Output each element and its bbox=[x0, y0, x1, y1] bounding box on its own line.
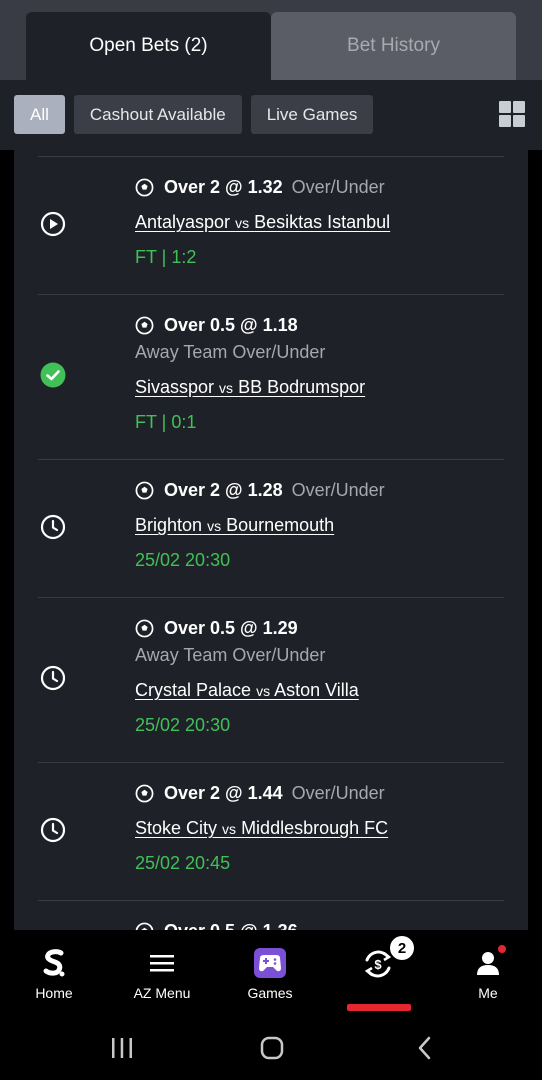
match-link[interactable]: Crystal Palace vs Aston Villa bbox=[135, 680, 359, 701]
bet-item[interactable]: Over 2 @ 1.28 Over/Under Brighton vs Bou… bbox=[38, 460, 504, 598]
match-link[interactable]: Sivasspor vs BB Bodrumspor bbox=[135, 377, 365, 398]
match-link[interactable]: Brighton vs Bournemouth bbox=[135, 515, 385, 536]
soccer-ball-icon bbox=[135, 316, 154, 334]
filter-cashout-button[interactable]: Cashout Available bbox=[73, 95, 242, 134]
bet-market: Over/Under bbox=[291, 782, 385, 803]
system-nav-bar bbox=[0, 1020, 542, 1080]
clock-icon bbox=[40, 514, 66, 540]
open-bets-list[interactable]: Over 2 @ 1.32 Over/Under Antalyaspor vs … bbox=[14, 150, 528, 930]
soccer-ball-icon bbox=[135, 922, 154, 930]
soccer-ball-icon bbox=[135, 784, 154, 802]
check-circle-icon bbox=[40, 362, 66, 388]
bet-market: Away Team Over/Under bbox=[135, 645, 326, 665]
bet-item[interactable]: Over 0.5 @ 1.18 Away Team Over/Under Siv… bbox=[38, 295, 504, 460]
my-bets-count-badge: 2 bbox=[390, 936, 414, 960]
tab-bet-history[interactable]: Bet History bbox=[271, 12, 516, 80]
match-link[interactable]: Antalyaspor vs Besiktas Istanbul bbox=[135, 212, 390, 233]
tab-open-bets[interactable]: Open Bets (2) bbox=[26, 12, 271, 80]
soccer-ball-icon bbox=[135, 481, 154, 499]
bet-result: 25/02 20:45 bbox=[135, 853, 231, 873]
bet-item[interactable]: Over 2 @ 1.44 Over/Under Stoke City vs M… bbox=[38, 763, 504, 901]
nav-az-menu[interactable]: AZ Menu bbox=[108, 930, 216, 1020]
soccer-ball-icon bbox=[135, 178, 154, 196]
nav-games[interactable]: Games bbox=[216, 930, 324, 1020]
svg-text:$: $ bbox=[374, 957, 382, 972]
bet-selection: Over 0.5 @ 1.36 bbox=[164, 921, 298, 931]
nav-home[interactable]: Home bbox=[0, 930, 108, 1020]
home-button-icon[interactable] bbox=[259, 1035, 285, 1061]
bet-item[interactable]: Over 0.5 @ 1.36 bbox=[38, 901, 504, 930]
user-icon bbox=[477, 952, 499, 975]
hamburger-menu-icon bbox=[150, 955, 174, 972]
recent-apps-icon[interactable] bbox=[108, 1036, 136, 1060]
filter-bar: All Cashout Available Live Games bbox=[14, 95, 374, 134]
bet-item[interactable]: Over 0.5 @ 1.29 Away Team Over/Under Cry… bbox=[38, 598, 504, 763]
back-button-icon[interactable] bbox=[414, 1035, 436, 1061]
clock-icon bbox=[40, 817, 66, 843]
filter-all-button[interactable]: All bbox=[14, 95, 65, 134]
grid-view-icon[interactable] bbox=[499, 101, 525, 127]
bet-selection: Over 0.5 @ 1.18 bbox=[164, 314, 298, 335]
bet-market: Over/Under bbox=[291, 176, 385, 197]
bet-item[interactable]: Over 2 @ 1.32 Over/Under Antalyaspor vs … bbox=[38, 157, 504, 295]
bet-selection: Over 2 @ 1.44 bbox=[164, 782, 283, 803]
clock-icon bbox=[40, 665, 66, 691]
bet-selection: Over 2 @ 1.28 bbox=[164, 479, 283, 500]
bottom-nav: Home AZ Menu Games $ Me bbox=[0, 930, 542, 1020]
play-circle-icon bbox=[40, 211, 66, 237]
bet-tabs: Open Bets (2) Bet History bbox=[26, 12, 516, 80]
bet-selection: Over 2 @ 1.32 bbox=[164, 176, 283, 197]
active-tab-indicator bbox=[347, 1004, 411, 1011]
bet-result: 25/02 20:30 bbox=[135, 550, 231, 570]
match-link[interactable]: Stoke City vs Middlesbrough FC bbox=[135, 818, 388, 839]
brand-s-icon bbox=[43, 949, 65, 977]
cashout-icon: $ bbox=[364, 950, 392, 978]
bet-market: Away Team Over/Under bbox=[135, 342, 326, 362]
bet-result: 25/02 20:30 bbox=[135, 715, 231, 735]
nav-me[interactable]: Me bbox=[434, 930, 542, 1020]
filter-live-button[interactable]: Live Games bbox=[250, 95, 374, 134]
soccer-ball-icon bbox=[135, 619, 154, 637]
gamepad-icon bbox=[254, 948, 286, 978]
bet-market: Over/Under bbox=[291, 479, 385, 500]
bet-result: FT | 0:1 bbox=[135, 412, 197, 432]
bet-result: FT | 1:2 bbox=[135, 247, 197, 267]
bet-selection: Over 0.5 @ 1.29 bbox=[164, 617, 298, 638]
notification-dot bbox=[498, 945, 506, 953]
